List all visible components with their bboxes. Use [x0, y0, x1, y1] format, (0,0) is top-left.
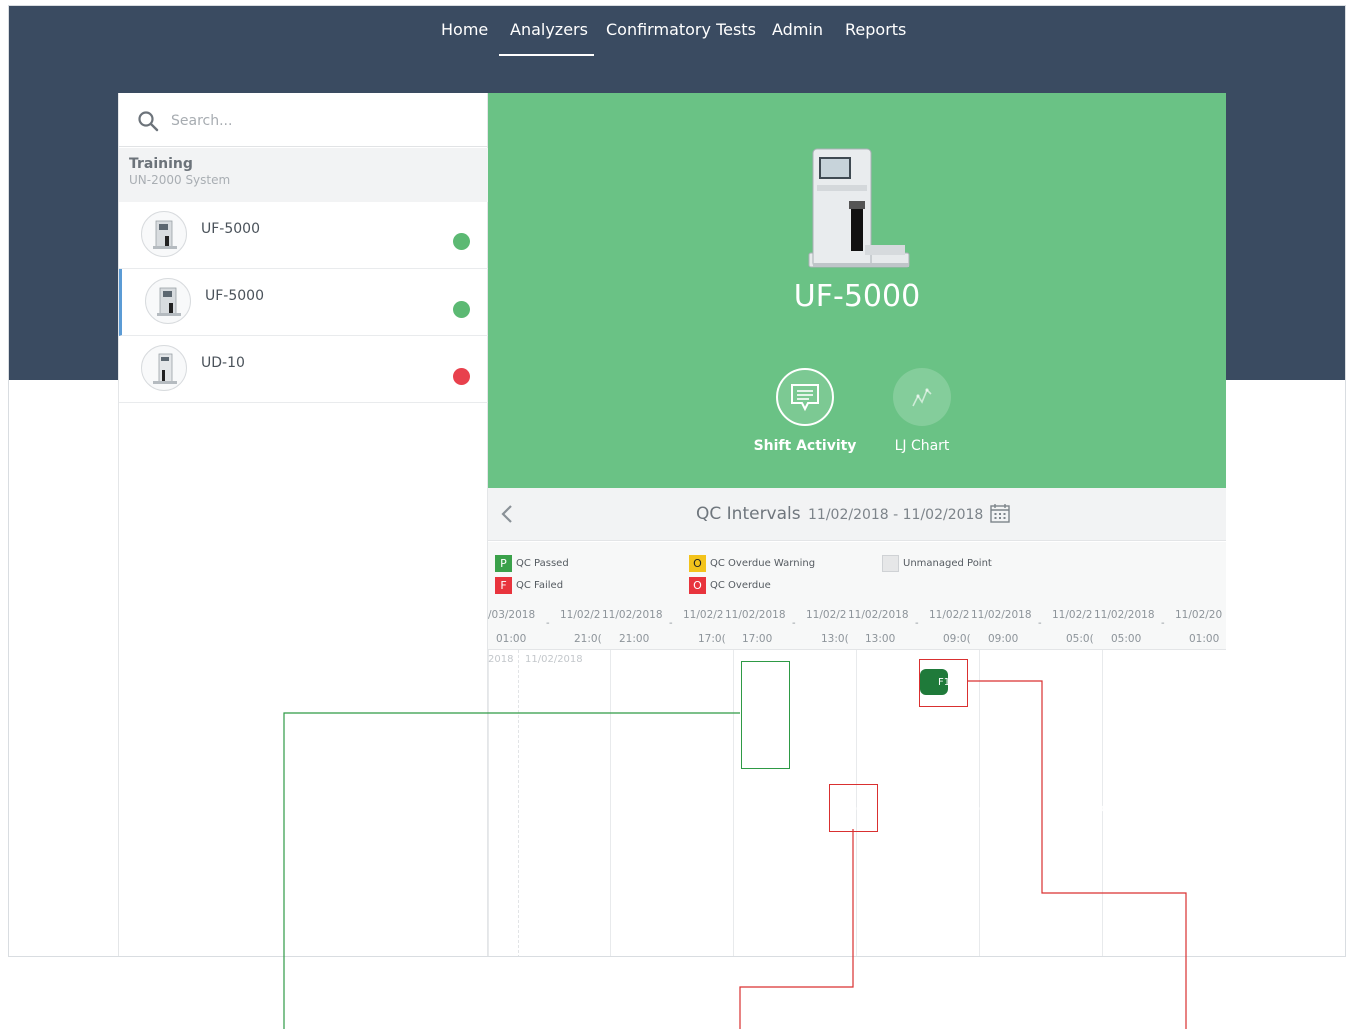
callout-lines — [283, 680, 1187, 1029]
callout-line-green — [283, 712, 740, 1029]
callout-line-red — [967, 680, 1187, 1029]
callout-line-red — [739, 829, 854, 1029]
